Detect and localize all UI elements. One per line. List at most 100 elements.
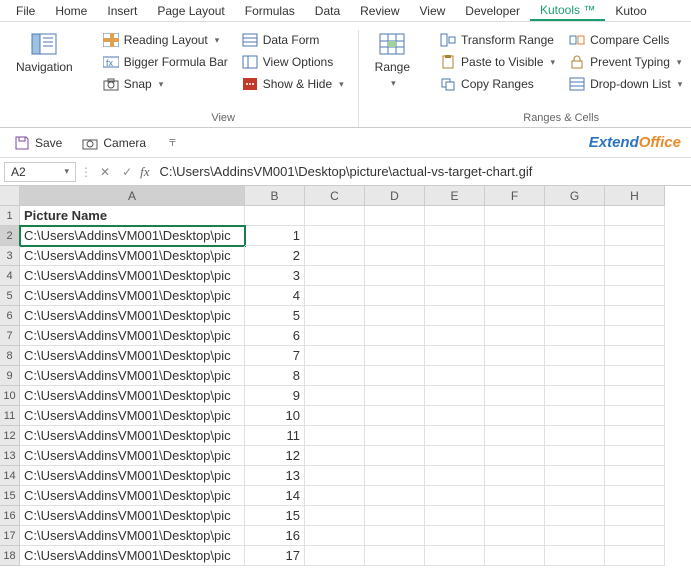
- cell[interactable]: [545, 506, 605, 526]
- navigation-button[interactable]: Navigation: [10, 30, 79, 127]
- cell[interactable]: [425, 486, 485, 506]
- cell[interactable]: [605, 426, 665, 446]
- row-header[interactable]: 11: [0, 406, 20, 426]
- cell[interactable]: [605, 246, 665, 266]
- cell[interactable]: [605, 386, 665, 406]
- cell[interactable]: C:\Users\AddinsVM001\Desktop\pic: [20, 306, 245, 326]
- cell[interactable]: 1: [245, 226, 305, 246]
- cell[interactable]: [545, 286, 605, 306]
- cell[interactable]: [365, 366, 425, 386]
- cell[interactable]: [425, 306, 485, 326]
- cell[interactable]: [545, 206, 605, 226]
- cell[interactable]: 8: [245, 366, 305, 386]
- cell[interactable]: [305, 206, 365, 226]
- cell[interactable]: [305, 446, 365, 466]
- row-header[interactable]: 18: [0, 546, 20, 566]
- cell[interactable]: [485, 306, 545, 326]
- transform-range-button[interactable]: Transform Range: [436, 30, 559, 50]
- cell[interactable]: [485, 326, 545, 346]
- select-all[interactable]: [0, 186, 20, 206]
- cell[interactable]: [545, 266, 605, 286]
- cell[interactable]: 14: [245, 486, 305, 506]
- copy-ranges-button[interactable]: Copy Ranges: [436, 74, 559, 94]
- cell[interactable]: [485, 246, 545, 266]
- col-header-H[interactable]: H: [605, 186, 665, 206]
- cell[interactable]: 10: [245, 406, 305, 426]
- row-header[interactable]: 3: [0, 246, 20, 266]
- col-header-B[interactable]: B: [245, 186, 305, 206]
- col-header-F[interactable]: F: [485, 186, 545, 206]
- cell[interactable]: C:\Users\AddinsVM001\Desktop\pic: [20, 346, 245, 366]
- menu-insert[interactable]: Insert: [97, 2, 147, 20]
- cell[interactable]: [305, 306, 365, 326]
- cell[interactable]: 16: [245, 526, 305, 546]
- cell[interactable]: [545, 326, 605, 346]
- menu-formulas[interactable]: Formulas: [235, 2, 305, 20]
- cell[interactable]: [365, 506, 425, 526]
- cell[interactable]: [425, 246, 485, 266]
- col-header-E[interactable]: E: [425, 186, 485, 206]
- cell[interactable]: [545, 426, 605, 446]
- cell[interactable]: [305, 266, 365, 286]
- row-header[interactable]: 16: [0, 506, 20, 526]
- cell[interactable]: [605, 206, 665, 226]
- cell[interactable]: [485, 526, 545, 546]
- cell[interactable]: [605, 466, 665, 486]
- cell[interactable]: [365, 466, 425, 486]
- row-header[interactable]: 6: [0, 306, 20, 326]
- cell[interactable]: Picture Name: [20, 206, 245, 226]
- cell[interactable]: 12: [245, 446, 305, 466]
- snap-button[interactable]: Snap▾: [99, 74, 232, 94]
- cell[interactable]: C:\Users\AddinsVM001\Desktop\pic: [20, 386, 245, 406]
- cell[interactable]: [425, 346, 485, 366]
- cell[interactable]: [545, 346, 605, 366]
- cell[interactable]: [425, 466, 485, 486]
- worksheet[interactable]: ABCDEFGH1Picture Name2C:\Users\AddinsVM0…: [0, 186, 691, 566]
- menu-kutools[interactable]: Kutools ™: [530, 1, 605, 21]
- cell[interactable]: [425, 526, 485, 546]
- cell[interactable]: [365, 406, 425, 426]
- cell[interactable]: [305, 366, 365, 386]
- cell[interactable]: [365, 486, 425, 506]
- cell[interactable]: [605, 346, 665, 366]
- cell[interactable]: [365, 286, 425, 306]
- cell[interactable]: C:\Users\AddinsVM001\Desktop\pic: [20, 506, 245, 526]
- cell[interactable]: 5: [245, 306, 305, 326]
- cell[interactable]: [425, 366, 485, 386]
- cell[interactable]: [365, 246, 425, 266]
- col-header-D[interactable]: D: [365, 186, 425, 206]
- cell[interactable]: [425, 226, 485, 246]
- cell[interactable]: [545, 386, 605, 406]
- cell[interactable]: [605, 366, 665, 386]
- cell[interactable]: [425, 326, 485, 346]
- cell[interactable]: [485, 346, 545, 366]
- cell[interactable]: C:\Users\AddinsVM001\Desktop\pic: [20, 286, 245, 306]
- cell[interactable]: [365, 546, 425, 566]
- cell[interactable]: [365, 226, 425, 246]
- cell[interactable]: [545, 446, 605, 466]
- cell[interactable]: [605, 546, 665, 566]
- cell[interactable]: [365, 326, 425, 346]
- menu-file[interactable]: File: [6, 2, 45, 20]
- cell[interactable]: [425, 266, 485, 286]
- cell[interactable]: [425, 286, 485, 306]
- cell[interactable]: [545, 546, 605, 566]
- cell[interactable]: [305, 346, 365, 366]
- row-header[interactable]: 9: [0, 366, 20, 386]
- dropdown-list-button[interactable]: Drop-down List▾: [565, 74, 686, 94]
- cell[interactable]: [245, 206, 305, 226]
- qat-customize[interactable]: 〒: [162, 134, 181, 151]
- cell[interactable]: C:\Users\AddinsVM001\Desktop\pic: [20, 426, 245, 446]
- row-header[interactable]: 2: [0, 226, 20, 246]
- cell[interactable]: [485, 386, 545, 406]
- cell[interactable]: [485, 226, 545, 246]
- cell[interactable]: [485, 466, 545, 486]
- cell[interactable]: 3: [245, 266, 305, 286]
- row-header[interactable]: 17: [0, 526, 20, 546]
- cell[interactable]: [305, 246, 365, 266]
- cell[interactable]: C:\Users\AddinsVM001\Desktop\pic: [20, 446, 245, 466]
- cell[interactable]: C:\Users\AddinsVM001\Desktop\pic: [20, 546, 245, 566]
- cell[interactable]: [605, 286, 665, 306]
- data-form-button[interactable]: Data Form: [238, 30, 348, 50]
- cell[interactable]: 7: [245, 346, 305, 366]
